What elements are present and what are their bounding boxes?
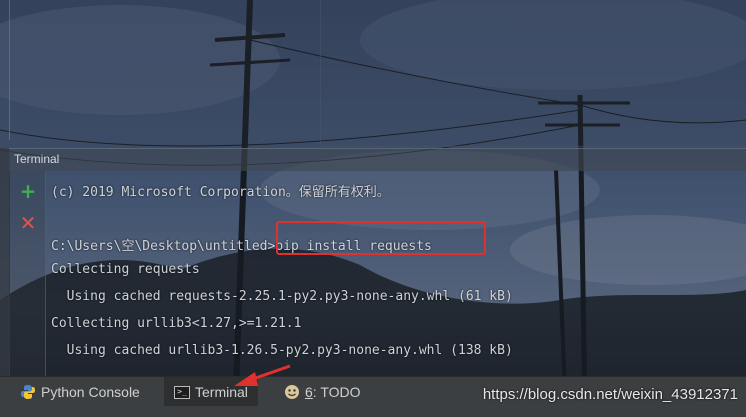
terminal-line: (c) 2019 Microsoft Corporation。保留所有权利。 [51, 185, 390, 200]
terminal-icon: >_ [174, 385, 190, 399]
editor-gutter [9, 0, 10, 140]
editor-split-divider-horizontal [320, 146, 746, 147]
editor-area[interactable] [0, 0, 746, 148]
terminal-output[interactable]: (c) 2019 Microsoft Corporation。保留所有权利。 C… [46, 171, 746, 376]
terminal-toolbar: + ✕ [9, 171, 46, 376]
python-icon [21, 385, 35, 399]
tab-todo-label: : TODO [312, 384, 361, 400]
close-icon[interactable]: ✕ [17, 212, 39, 234]
terminal-line: Collecting urllib3<1.27,>=1.21.1 [51, 316, 302, 331]
terminal-line: Using cached urllib3-1.26.5-py2.py3-none… [51, 343, 513, 358]
terminal-line: Collecting requests [51, 262, 200, 277]
tab-todo[interactable]: 6: TODO [284, 377, 361, 407]
tab-terminal-label: Terminal [195, 384, 248, 400]
todo-icon [285, 385, 299, 399]
tab-terminal[interactable]: >_ Terminal [164, 377, 258, 407]
terminal-panel-title: Terminal [14, 152, 60, 166]
watermark-text: https://blog.csdn.net/weixin_43912371 [482, 386, 738, 403]
command-highlight-box [276, 221, 486, 255]
terminal-panel-header: Terminal [9, 148, 746, 171]
tab-python-console-label: Python Console [41, 384, 140, 400]
editor-split-divider[interactable] [320, 0, 321, 146]
status-bar [0, 406, 746, 417]
tab-todo-shortcut: 6 [305, 384, 313, 400]
tab-python-console[interactable]: Python Console [20, 377, 140, 407]
plus-icon[interactable]: + [17, 180, 39, 202]
terminal-line: Using cached requests-2.25.1-py2.py3-non… [51, 289, 513, 304]
